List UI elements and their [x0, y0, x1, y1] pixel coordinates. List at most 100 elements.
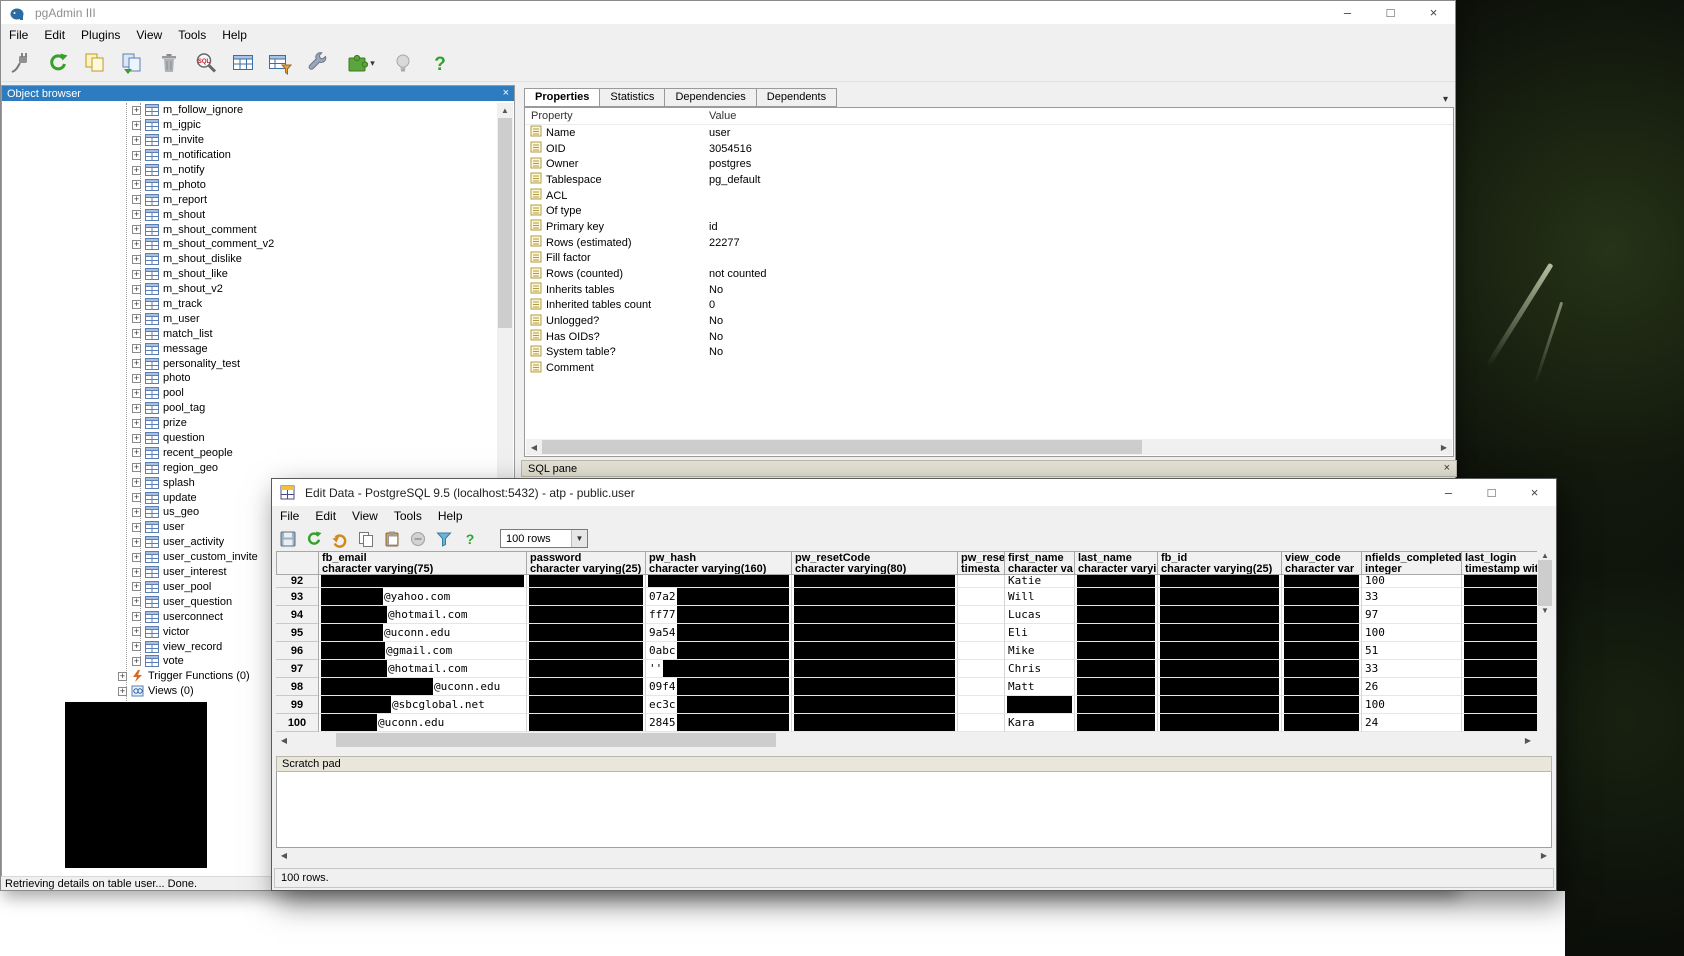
menu-plugins[interactable]: Plugins	[73, 26, 128, 44]
cell-first_name[interactable]	[1005, 696, 1075, 714]
tree-item-m_shout_comment_v2[interactable]: m_shout_comment_v2	[2, 237, 497, 252]
scrollbar-thumb[interactable]	[1538, 560, 1552, 606]
cell-password[interactable]	[527, 575, 646, 588]
property-row[interactable]: Ownerpostgres	[525, 156, 1453, 172]
property-row[interactable]: Primary keyid	[525, 219, 1453, 235]
expand-icon[interactable]	[132, 240, 141, 249]
scratch-pad-scrollbar[interactable]: ◀ ▶	[276, 848, 1552, 863]
expand-icon[interactable]	[132, 568, 141, 577]
cell-pw_resetCode[interactable]	[792, 660, 958, 678]
cell-last_name[interactable]	[1075, 624, 1158, 642]
menu-help[interactable]: Help	[214, 26, 255, 44]
tree-item-m_track[interactable]: m_track	[2, 297, 497, 312]
cell-password[interactable]	[527, 624, 646, 642]
tree-item-us_geo[interactable]: us_geo	[2, 505, 497, 520]
scrollbar-thumb[interactable]	[498, 118, 512, 328]
chevron-down-icon[interactable]: ▼	[571, 530, 587, 547]
tree-item-m_shout_comment[interactable]: m_shout_comment	[2, 222, 497, 237]
property-row[interactable]: Comment	[525, 360, 1453, 376]
cell-pw_resetCode[interactable]	[792, 624, 958, 642]
property-row[interactable]: Unlogged?No	[525, 313, 1453, 329]
tree-item-views[interactable]: Views (0)	[2, 684, 497, 699]
tree-item-message[interactable]: message	[2, 341, 497, 356]
filtered-view-button[interactable]	[265, 48, 295, 78]
row-limit-select[interactable]: 100 rows ▼	[500, 529, 588, 548]
property-row[interactable]: ACL	[525, 188, 1453, 204]
cell-first_name[interactable]: Will	[1005, 588, 1075, 606]
cell-pw_rese[interactable]	[958, 642, 1005, 660]
cell-last_name[interactable]	[1075, 660, 1158, 678]
expand-icon[interactable]	[132, 166, 141, 175]
expand-icon[interactable]	[132, 612, 141, 621]
expand-icon[interactable]	[132, 478, 141, 487]
object-browser-header[interactable]: Object browser ×	[2, 86, 514, 101]
tree-item-m_notify[interactable]: m_notify	[2, 163, 497, 178]
cell-fb_id[interactable]	[1158, 642, 1282, 660]
minimize-icon[interactable]: –	[1326, 1, 1369, 24]
expand-icon[interactable]	[132, 627, 141, 636]
expand-icon[interactable]	[132, 419, 141, 428]
expand-icon[interactable]	[132, 374, 141, 383]
tree-item-user_question[interactable]: user_question	[2, 594, 497, 609]
cell-view_code[interactable]	[1282, 606, 1362, 624]
property-row[interactable]: Has OIDs?No	[525, 329, 1453, 345]
tree-item-user[interactable]: user	[2, 520, 497, 535]
main-titlebar[interactable]: pgAdmin III – □ ×	[1, 1, 1455, 24]
hint-button[interactable]	[388, 48, 418, 78]
cell-nfields_completed[interactable]: 26	[1362, 678, 1462, 696]
tree-item-userconnect[interactable]: userconnect	[2, 609, 497, 624]
tree-item-pool_tag[interactable]: pool_tag	[2, 401, 497, 416]
expand-icon[interactable]	[132, 210, 141, 219]
tree-item-region_geo[interactable]: region_geo	[2, 460, 497, 475]
column-header-pw_hash[interactable]: pw_hashcharacter varying(160)	[646, 551, 792, 575]
cell-pw_rese[interactable]	[958, 588, 1005, 606]
tree-item-victor[interactable]: victor	[2, 624, 497, 639]
tree-item-m_shout_like[interactable]: m_shout_like	[2, 267, 497, 282]
cell-fb_id[interactable]	[1158, 575, 1282, 588]
minimize-icon[interactable]: –	[1427, 479, 1470, 506]
expand-icon[interactable]	[132, 121, 141, 130]
connect-button[interactable]	[6, 48, 36, 78]
tree-item-m_igpic[interactable]: m_igpic	[2, 118, 497, 133]
tree-item-photo[interactable]: photo	[2, 371, 497, 386]
maximize-icon[interactable]: □	[1369, 1, 1412, 24]
expand-icon[interactable]	[132, 151, 141, 160]
grid-hscrollbar[interactable]: ◀ ▶	[276, 732, 1536, 748]
grid-row-100[interactable]: 100@uconn.edu2845Kara24	[276, 714, 1552, 732]
column-header-first_name[interactable]: first_namecharacter va	[1005, 551, 1075, 575]
tree-item-user_pool[interactable]: user_pool	[2, 580, 497, 595]
cell-pw_rese[interactable]	[958, 624, 1005, 642]
expand-icon[interactable]	[132, 493, 141, 502]
expand-icon[interactable]	[132, 538, 141, 547]
property-row[interactable]: Tablespacepg_default	[525, 172, 1453, 188]
scroll-right-icon[interactable]: ▶	[1436, 440, 1452, 455]
tree-item-recent_people[interactable]: recent_people	[2, 445, 497, 460]
cell-last_name[interactable]	[1075, 714, 1158, 732]
expand-icon[interactable]	[132, 389, 141, 398]
grid-vscrollbar[interactable]: ▲ ▼	[1537, 551, 1553, 748]
property-row[interactable]: Rows (estimated)22277	[525, 235, 1453, 251]
menu-file[interactable]: File	[1, 26, 36, 44]
property-row[interactable]: Inherited tables count0	[525, 298, 1453, 314]
cell-fb_id[interactable]	[1158, 588, 1282, 606]
expand-icon[interactable]	[132, 359, 141, 368]
tree-item-m_user[interactable]: m_user	[2, 311, 497, 326]
column-header-pw_rese[interactable]: pw_resetimesta	[958, 551, 1005, 575]
maintenance-button[interactable]	[302, 48, 332, 78]
cell-fb_id[interactable]	[1158, 606, 1282, 624]
tree-item-user_activity[interactable]: user_activity	[2, 535, 497, 550]
grid-row-99[interactable]: 99@sbcglobal.netec3c100	[276, 696, 1552, 714]
refresh-button[interactable]	[43, 48, 73, 78]
cell-pw_hash[interactable]: 09f4	[646, 678, 792, 696]
cell-password[interactable]	[527, 606, 646, 624]
tab-dependencies[interactable]: Dependencies	[664, 88, 756, 107]
tree-item-vote[interactable]: vote	[2, 654, 497, 669]
cell-password[interactable]	[527, 678, 646, 696]
column-header-password[interactable]: passwordcharacter varying(25)	[527, 551, 646, 575]
tree-item-m_invite[interactable]: m_invite	[2, 133, 497, 148]
chevron-down-icon[interactable]: ▾	[1443, 94, 1454, 107]
tab-statistics[interactable]: Statistics	[599, 88, 665, 107]
tree-item-question[interactable]: question	[2, 431, 497, 446]
tree-item-m_shout_dislike[interactable]: m_shout_dislike	[2, 252, 497, 267]
cell-nfields_completed[interactable]: 97	[1362, 606, 1462, 624]
